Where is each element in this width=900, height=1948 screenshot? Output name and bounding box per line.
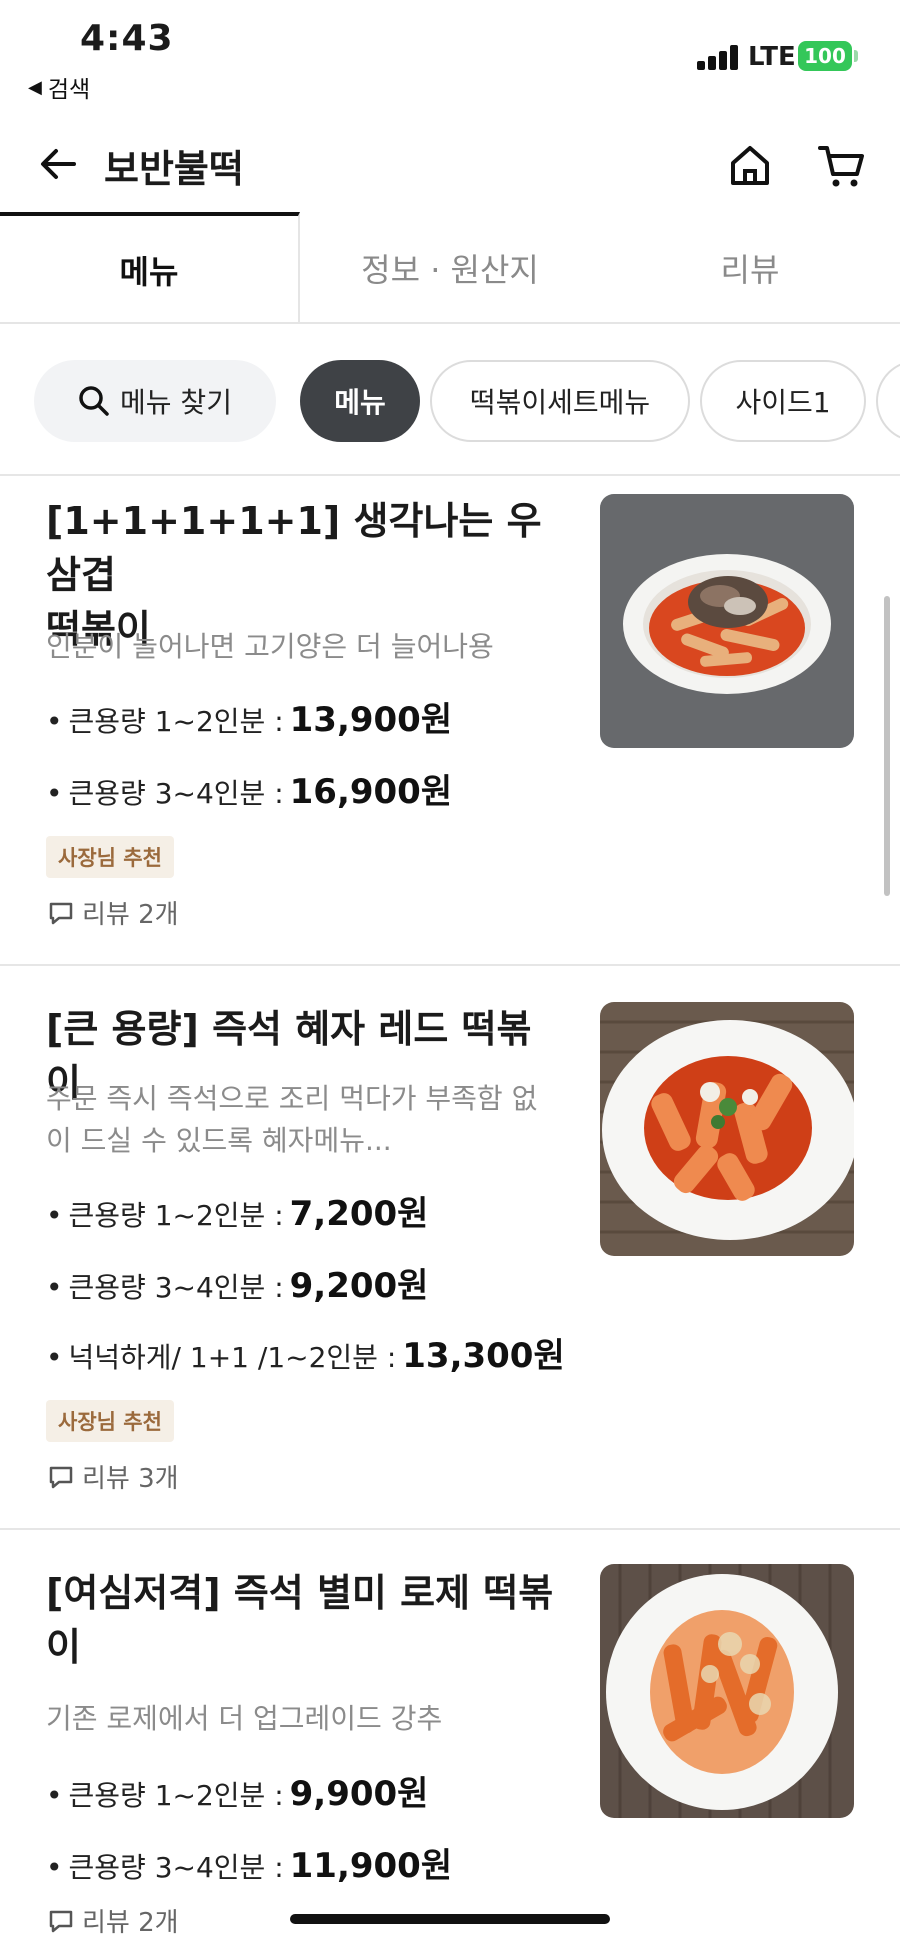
menu-item[interactable]: [큰 용량] 즉석 혜자 레드 떡볶이 주문 즉시 즉석으로 조리 먹다가 부족… bbox=[0, 966, 900, 1526]
signal-icon bbox=[697, 44, 739, 70]
review-count: 리뷰 2개 bbox=[48, 1902, 179, 1939]
battery-tip bbox=[854, 50, 858, 62]
owner-recommend-badge: 사장님 추천 bbox=[46, 1400, 174, 1442]
option-price: 9,200원 bbox=[289, 1266, 429, 1306]
battery-icon: 100 bbox=[798, 41, 852, 71]
status-bar: 4:43 ◀ 검색 LTE 100 bbox=[0, 0, 900, 110]
menu-item-name-line: [1+1+1+1+1] 생각나는 우삼겹 bbox=[46, 499, 542, 597]
price-option: • 큰용량 3~4인분 :9,200원 bbox=[46, 1258, 428, 1307]
option-price: 7,200원 bbox=[289, 1194, 429, 1234]
menu-item-name: [여심저격] 즉석 별미 로제 떡볶 이 bbox=[46, 1566, 566, 1674]
menu-item-photo bbox=[600, 494, 854, 748]
chip-next[interactable] bbox=[876, 360, 900, 442]
price-option: • 큰용량 1~2인분 :13,900원 bbox=[46, 692, 452, 741]
menu-item[interactable]: [1+1+1+1+1] 생각나는 우삼겹 떡볶이 인분이 늘어나면 고기양은 더… bbox=[0, 480, 900, 964]
menu-item-photo bbox=[600, 1002, 854, 1256]
price-option: • 큰용량 3~4인분 :16,900원 bbox=[46, 764, 452, 813]
search-icon bbox=[79, 386, 109, 416]
option-price: 13,300원 bbox=[402, 1336, 565, 1376]
menu-search-button[interactable]: 메뉴 찾기 bbox=[34, 360, 276, 442]
menu-item-desc: 인분이 늘어나면 고기양은 더 늘어나용 bbox=[46, 630, 494, 663]
status-time: 4:43 bbox=[80, 18, 174, 59]
option-label: 큰용량 3~4인분 : bbox=[68, 777, 284, 810]
chip-menu[interactable]: 메뉴 bbox=[300, 360, 420, 442]
review-count-label: 리뷰 2개 bbox=[82, 1908, 179, 1938]
menu-item[interactable]: [여심저격] 즉석 별미 로제 떡볶 이 기존 로제에서 더 업그레이드 강추 … bbox=[0, 1530, 900, 1948]
option-price: 9,900원 bbox=[289, 1774, 429, 1814]
option-label: 큰용량 1~2인분 : bbox=[68, 1199, 284, 1232]
option-price: 11,900원 bbox=[289, 1846, 453, 1886]
review-count-label: 리뷰 3개 bbox=[82, 1464, 179, 1494]
speech-bubble-icon bbox=[49, 902, 73, 924]
option-label: 큰용량 1~2인분 : bbox=[68, 705, 284, 738]
price-option: • 큰용량 1~2인분 :7,200원 bbox=[46, 1186, 428, 1235]
home-indicator[interactable] bbox=[290, 1914, 610, 1924]
option-label: 큰용량 3~4인분 : bbox=[68, 1851, 284, 1884]
option-price: 16,900원 bbox=[289, 772, 453, 812]
battery-level: 100 bbox=[804, 44, 846, 68]
option-label: 큰용량 1~2인분 : bbox=[68, 1779, 284, 1812]
price-option: • 큰용량 3~4인분 :11,900원 bbox=[46, 1838, 452, 1887]
review-count: 리뷰 2개 bbox=[48, 894, 179, 931]
arrow-left-icon bbox=[41, 149, 76, 179]
cart-button[interactable] bbox=[812, 136, 872, 196]
option-label: 넉넉하게/ 1+1 /1~2인분 : bbox=[68, 1341, 397, 1374]
speech-bubble-icon bbox=[49, 1910, 73, 1932]
menu-item-desc: 주문 즉시 즉석으로 조리 먹다가 부족함 없 이 드실 수 있드록 혜자메뉴.… bbox=[46, 1078, 566, 1162]
section-divider bbox=[0, 474, 900, 476]
back-to-app-label: 검색 bbox=[47, 77, 91, 103]
menu-item-name-line: [여심저격] 즉석 별미 로제 떡볶 bbox=[46, 1571, 554, 1615]
chip-tteokbokki-set[interactable]: 떡볶이세트메뉴 bbox=[430, 360, 690, 442]
menu-item-desc: 기존 로제에서 더 업그레이드 강추 bbox=[46, 1702, 443, 1735]
review-count-label: 리뷰 2개 bbox=[82, 900, 179, 930]
home-button[interactable] bbox=[720, 136, 780, 196]
price-option: • 큰용량 1~2인분 :9,900원 bbox=[46, 1766, 428, 1815]
store-tabs: 메뉴 정보 · 원산지 리뷰 bbox=[0, 212, 900, 324]
store-header: 보반불떡 bbox=[0, 120, 900, 210]
cart-icon bbox=[818, 146, 864, 187]
store-title: 보반불떡 bbox=[104, 147, 244, 191]
speech-bubble-icon bbox=[49, 1466, 73, 1488]
option-price: 13,900원 bbox=[289, 700, 453, 740]
owner-recommend-badge: 사장님 추천 bbox=[46, 836, 174, 878]
network-label: LTE bbox=[748, 42, 796, 72]
tab-reviews[interactable]: 리뷰 bbox=[600, 212, 900, 324]
scrollbar[interactable] bbox=[884, 596, 890, 896]
menu-search-label: 메뉴 찾기 bbox=[120, 386, 232, 419]
menu-item-desc-line: 주문 즉시 즉석으로 조리 먹다가 부족함 없 bbox=[46, 1082, 538, 1115]
back-to-app-link[interactable]: ◀ 검색 bbox=[28, 70, 90, 104]
menu-item-photo bbox=[600, 1564, 854, 1818]
back-button[interactable] bbox=[30, 136, 86, 192]
menu-item-name-line: 이 bbox=[46, 1625, 81, 1669]
menu-item-desc-line: 이 드실 수 있드록 혜자메뉴... bbox=[46, 1124, 392, 1157]
option-label: 큰용량 3~4인분 : bbox=[68, 1271, 284, 1304]
price-option: • 넉넉하게/ 1+1 /1~2인분 :13,300원 bbox=[46, 1328, 565, 1377]
back-triangle-icon: ◀ bbox=[28, 76, 42, 98]
review-count: 리뷰 3개 bbox=[48, 1458, 179, 1495]
home-icon bbox=[731, 146, 769, 185]
tab-menu[interactable]: 메뉴 bbox=[0, 212, 300, 324]
chip-side1[interactable]: 사이드1 bbox=[700, 360, 866, 442]
tab-info-origin[interactable]: 정보 · 원산지 bbox=[300, 212, 600, 324]
category-chips: 메뉴 찾기 메뉴 떡볶이세트메뉴 사이드1 bbox=[0, 358, 900, 444]
